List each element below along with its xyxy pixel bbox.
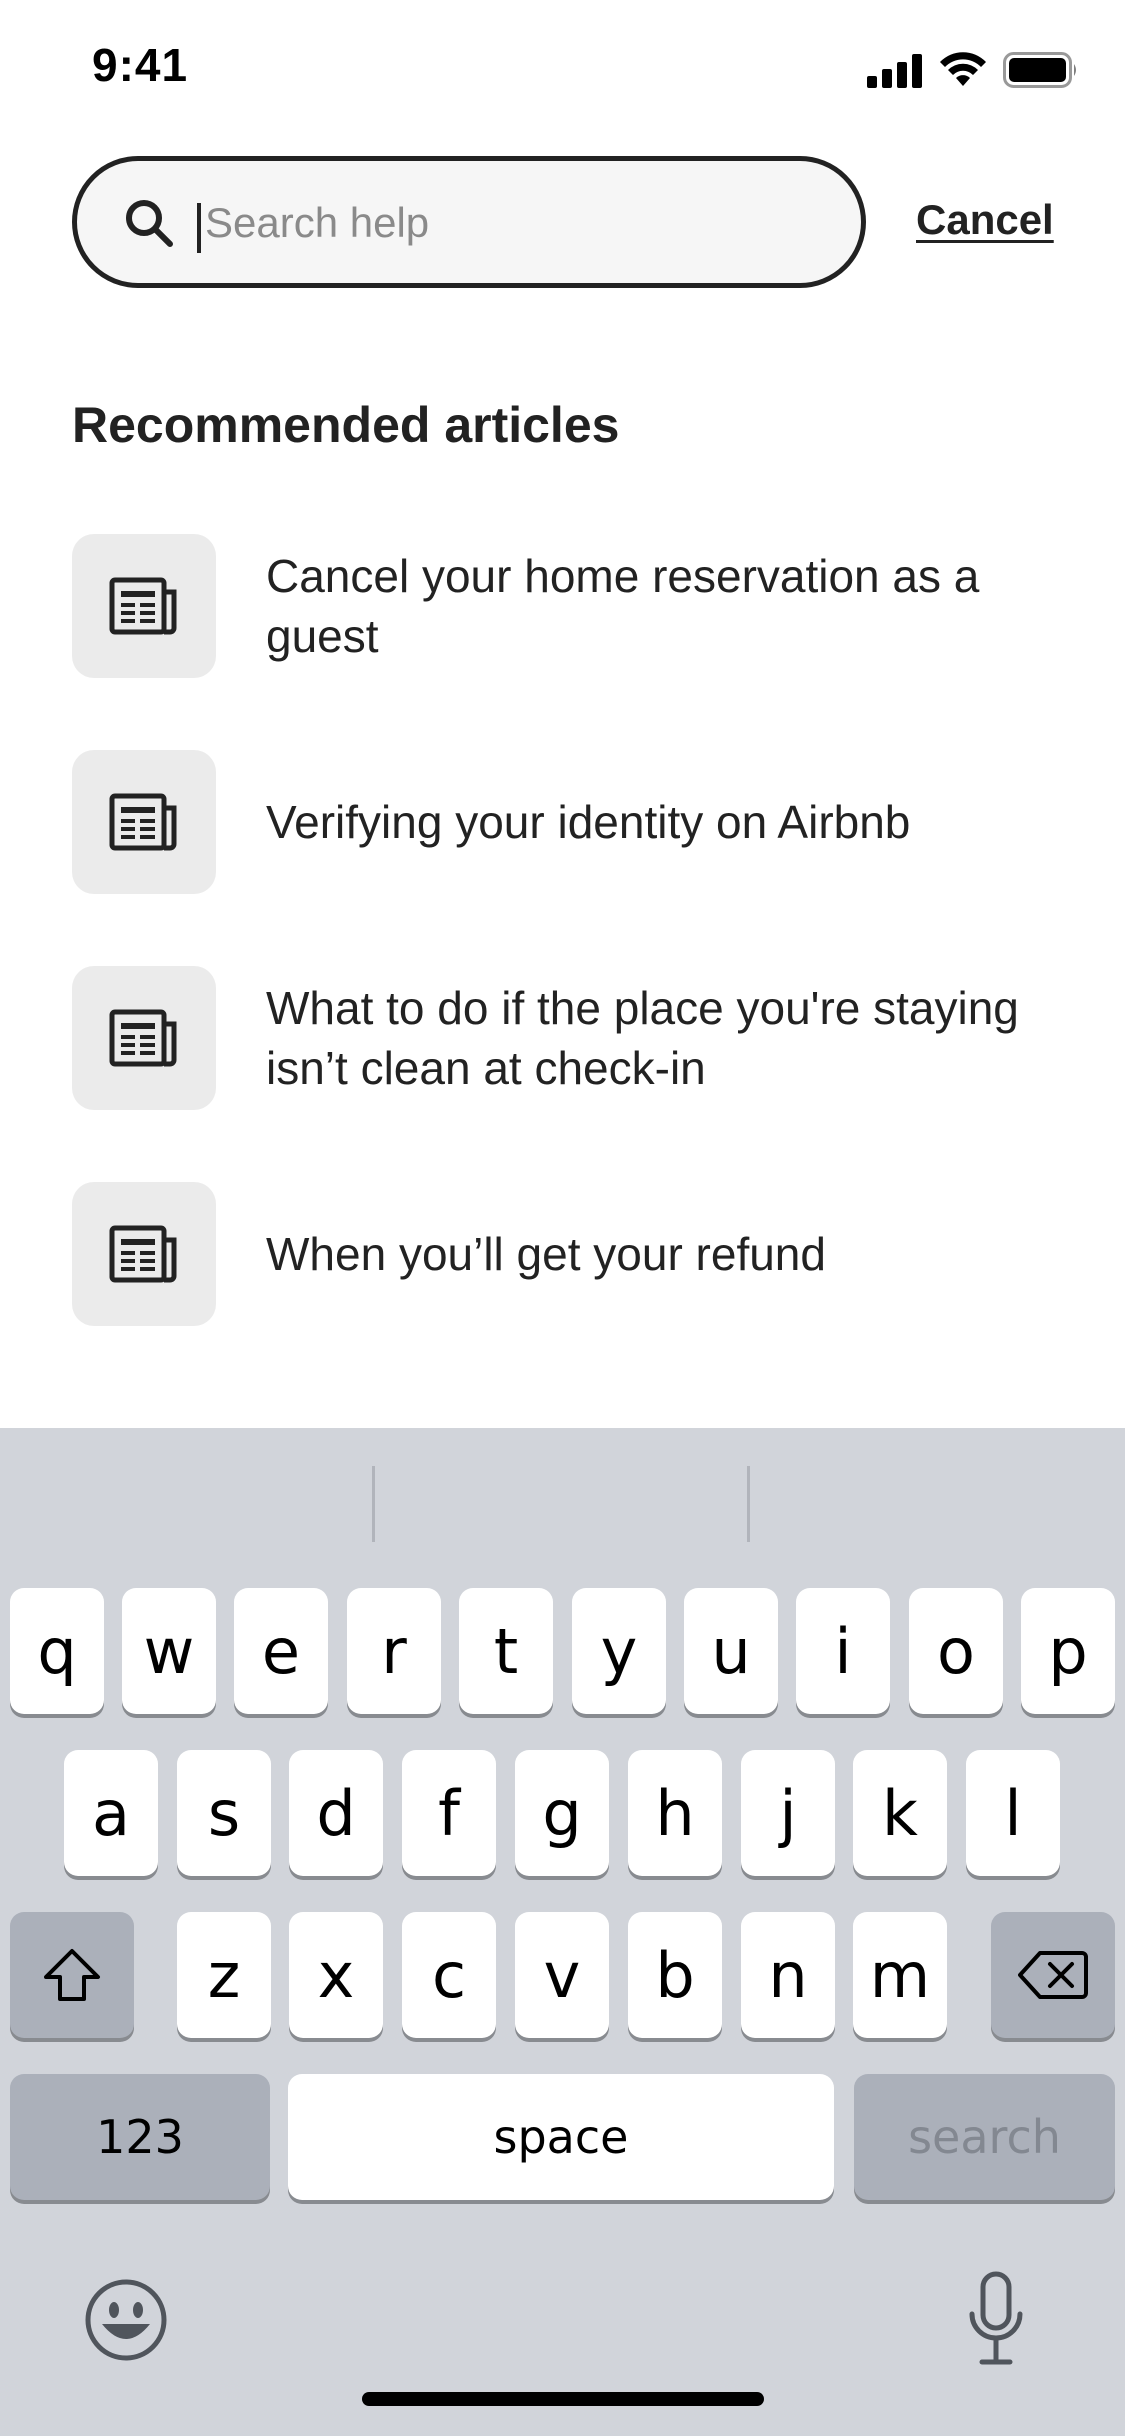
key-c[interactable]: c: [402, 1912, 496, 2038]
article-thumbnail: [72, 750, 216, 894]
key-m[interactable]: m: [853, 1912, 947, 2038]
article-title: When you’ll get your refund: [266, 1228, 826, 1280]
article-title: Verifying your identity on Airbnb: [266, 796, 911, 848]
battery-icon: [1003, 52, 1076, 88]
space-key[interactable]: space: [288, 2074, 834, 2200]
key-n[interactable]: n: [741, 1912, 835, 2038]
key-r[interactable]: r: [347, 1588, 441, 1714]
article-icon: [109, 1225, 177, 1283]
key-l[interactable]: l: [966, 1750, 1060, 1876]
key-k[interactable]: k: [853, 1750, 947, 1876]
key-z[interactable]: z: [177, 1912, 271, 2038]
article-item[interactable]: Cancel your home reservation as a guest: [72, 534, 1072, 678]
article-thumbnail: [72, 1182, 216, 1326]
key-d[interactable]: d: [289, 1750, 383, 1876]
key-p[interactable]: p: [1021, 1588, 1115, 1714]
key-j[interactable]: j: [741, 1750, 835, 1876]
article-icon: [109, 1009, 177, 1067]
shift-key[interactable]: [10, 1912, 134, 2038]
article-thumbnail: [72, 966, 216, 1110]
article-title: Cancel your home reservation as a guest: [266, 550, 980, 662]
key-e[interactable]: e: [234, 1588, 328, 1714]
text-cursor: [197, 203, 201, 253]
article-icon: [109, 793, 177, 851]
delete-key[interactable]: [991, 1912, 1115, 2038]
search-key[interactable]: search: [854, 2074, 1115, 2200]
status-bar: 9:41: [0, 0, 1125, 140]
section-title: Recommended articles: [72, 397, 620, 453]
delete-icon: [1018, 1951, 1088, 1999]
suggestion-divider: [747, 1466, 750, 1542]
key-u[interactable]: u: [684, 1588, 778, 1714]
key-w[interactable]: w: [122, 1588, 216, 1714]
key-q[interactable]: q: [10, 1588, 104, 1714]
status-time: 9:41: [92, 39, 189, 91]
search-icon: [126, 200, 173, 247]
emoji-icon[interactable]: [84, 2278, 168, 2362]
key-f[interactable]: f: [402, 1750, 496, 1876]
numbers-key[interactable]: 123: [10, 2074, 270, 2200]
key-v[interactable]: v: [515, 1912, 609, 2038]
article-icon: [109, 577, 177, 635]
key-g[interactable]: g: [515, 1750, 609, 1876]
key-b[interactable]: b: [628, 1912, 722, 2038]
article-title: What to do if the place you're staying i…: [266, 982, 1019, 1094]
cancel-button[interactable]: Cancel: [916, 196, 1054, 244]
key-x[interactable]: x: [289, 1912, 383, 2038]
suggestion-divider: [372, 1466, 375, 1542]
microphone-icon[interactable]: [966, 2270, 1026, 2370]
key-s[interactable]: s: [177, 1750, 271, 1876]
key-i[interactable]: i: [796, 1588, 890, 1714]
search-input[interactable]: [205, 191, 825, 255]
shift-icon: [44, 1949, 100, 2001]
article-thumbnail: [72, 534, 216, 678]
wifi-icon: [940, 52, 986, 86]
key-o[interactable]: o: [909, 1588, 1003, 1714]
status-icons: [867, 48, 1079, 88]
key-a[interactable]: a: [64, 1750, 158, 1876]
article-item[interactable]: When you’ll get your refund: [72, 1182, 1072, 1326]
key-t[interactable]: t: [459, 1588, 553, 1714]
key-y[interactable]: y: [572, 1588, 666, 1714]
key-h[interactable]: h: [628, 1750, 722, 1876]
signal-icon: [867, 54, 922, 88]
search-bar[interactable]: [72, 156, 866, 288]
article-item[interactable]: What to do if the place you're staying i…: [72, 966, 1072, 1110]
home-indicator: [362, 2392, 764, 2406]
article-item[interactable]: Verifying your identity on Airbnb: [72, 750, 1072, 894]
keyboard: q w e r t y u i o p a s d f g h j k l z …: [0, 1428, 1125, 2436]
